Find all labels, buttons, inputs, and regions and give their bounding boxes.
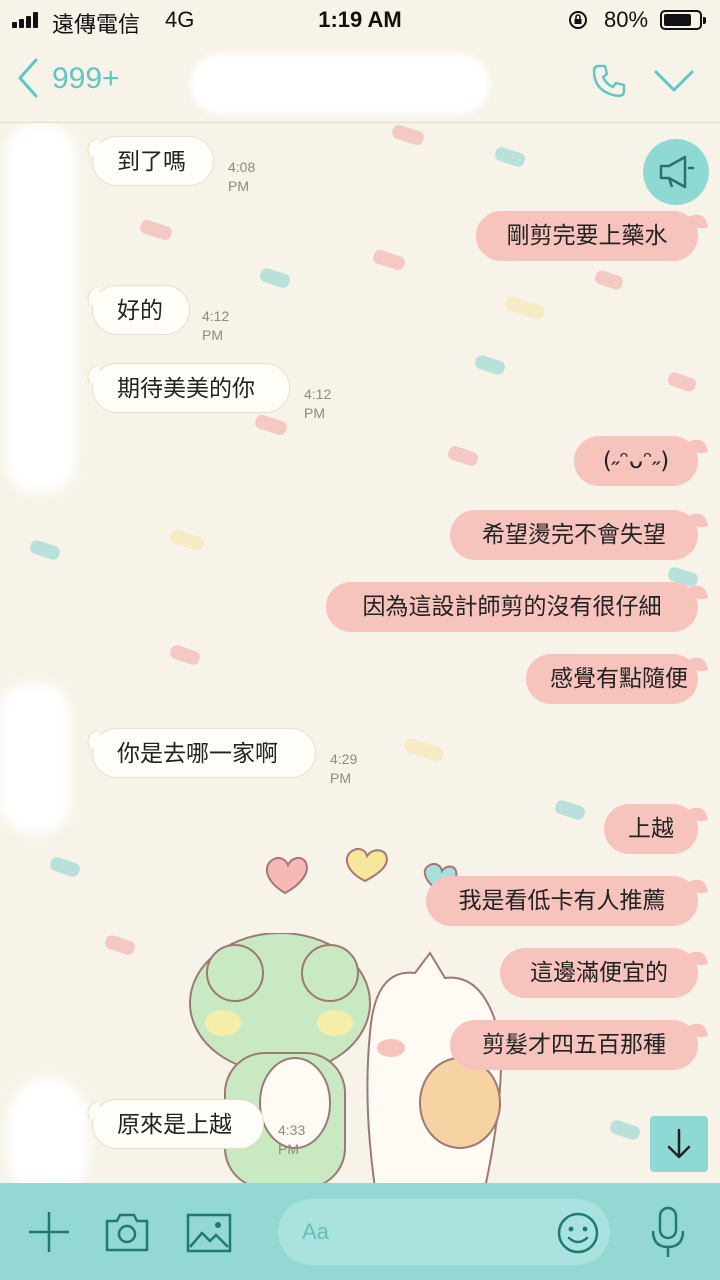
message-bubble[interactable]: 希望燙完不會失望 — [450, 510, 698, 560]
scroll-to-bottom-button[interactable] — [650, 1116, 708, 1172]
message-bubble[interactable]: 因為這設計師剪的沒有很仔細 — [326, 582, 698, 632]
smiley-icon[interactable] — [556, 1211, 600, 1255]
bg-decoration — [168, 528, 206, 552]
bg-decoration — [402, 737, 446, 763]
bg-decoration — [666, 371, 698, 393]
announcement-button[interactable] — [643, 139, 709, 205]
message-meta: 4:12 PM — [304, 385, 331, 423]
avatar-redacted — [8, 1078, 88, 1183]
message-bubble[interactable]: 剛剪完要上藥水 — [476, 211, 698, 261]
status-bar: 遠傳電信 4G 1:19 AM 80% — [0, 0, 720, 40]
avatar-redacted — [0, 683, 70, 833]
bg-decoration — [48, 855, 82, 879]
message-bubble[interactable]: 上越 — [604, 804, 698, 854]
timestamp: 4:29 PM — [330, 751, 358, 786]
chevron-left-icon[interactable] — [14, 56, 44, 100]
message-bubble[interactable]: 原來是上越 — [92, 1099, 264, 1149]
phone-icon[interactable] — [590, 62, 628, 100]
bg-decoration — [168, 643, 202, 667]
chat-area[interactable]: 到了嗎4:08 PM剛剪完要上藥水Read4:11 PM好的4:12 PM期待美… — [0, 123, 720, 1183]
bg-decoration — [103, 933, 137, 957]
avatar-redacted — [6, 123, 76, 493]
rotation-lock-icon — [569, 11, 587, 29]
timestamp: 4:12 PM — [304, 386, 332, 421]
chevron-down-icon[interactable] — [652, 66, 696, 96]
message-bubble[interactable]: 你是去哪一家啊 — [92, 728, 316, 778]
timestamp: 4:12 PM — [202, 308, 230, 343]
timestamp: 4:08 PM — [228, 159, 256, 194]
bg-decoration — [138, 218, 174, 242]
message-meta: 4:08 PM — [228, 158, 255, 196]
bg-decoration — [473, 353, 507, 377]
camera-icon[interactable] — [104, 1211, 150, 1253]
bg-decoration — [446, 444, 480, 468]
image-icon[interactable] — [186, 1213, 232, 1253]
bg-decoration — [253, 413, 289, 437]
message-meta: 4:12 PM — [202, 307, 229, 345]
message-bubble[interactable]: 到了嗎 — [92, 136, 214, 186]
bg-decoration — [503, 295, 547, 321]
bg-decoration — [371, 248, 407, 272]
timestamp: 4:33 PM — [278, 1122, 306, 1157]
bg-decoration — [258, 266, 292, 290]
message-bubble[interactable]: 剪髮才四五百那種 — [450, 1020, 698, 1070]
microphone-icon[interactable] — [648, 1205, 688, 1261]
message-meta: 4:29 PM — [330, 750, 357, 788]
chat-title-redacted — [190, 54, 490, 114]
bg-decoration — [608, 1118, 642, 1142]
message-meta: 4:33 PM — [278, 1121, 305, 1159]
battery-percent: 80% — [604, 7, 649, 32]
megaphone-icon — [659, 155, 695, 189]
bg-decoration — [493, 145, 527, 169]
message-bubble[interactable]: 感覺有點隨便 — [526, 654, 698, 704]
chat-header: 999+ — [0, 40, 720, 123]
unread-count[interactable]: 999+ — [52, 62, 120, 96]
message-bubble[interactable]: 這邊滿便宜的 — [500, 948, 698, 998]
bg-decoration — [553, 798, 587, 822]
arrow-down-icon — [667, 1128, 691, 1159]
message-bubble[interactable]: 期待美美的你 — [92, 363, 290, 413]
input-bar: Aa — [0, 1183, 720, 1280]
plus-icon[interactable] — [26, 1209, 72, 1255]
message-bubble[interactable]: 好的 — [92, 285, 190, 335]
bg-decoration — [593, 269, 625, 291]
bg-decoration — [28, 538, 62, 562]
message-bubble[interactable]: 我是看低卡有人推薦 — [426, 876, 698, 926]
message-bubble[interactable]: (˶ᵔᴗᵔ˶) — [574, 436, 698, 486]
message-input-placeholder: Aa — [302, 1219, 329, 1244]
bg-decoration — [390, 123, 426, 147]
battery-icon — [660, 10, 706, 30]
